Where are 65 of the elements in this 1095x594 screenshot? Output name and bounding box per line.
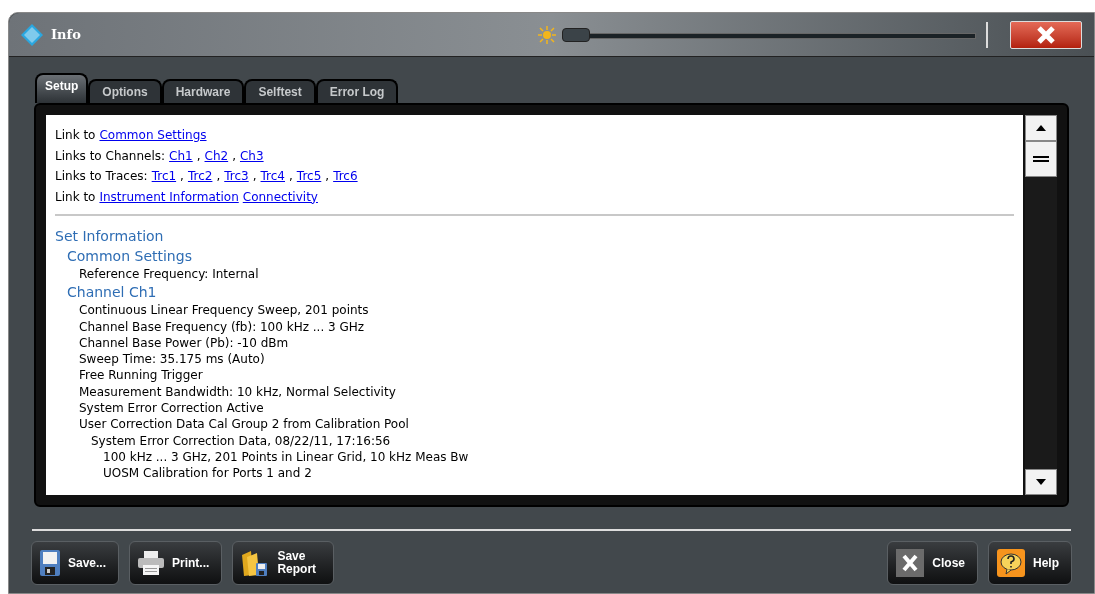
link-separator: , [252,168,257,185]
link-separator: , [325,168,330,185]
link-label: Link to [55,127,96,144]
link[interactable]: Trc1 [151,166,177,187]
sun-icon [538,25,556,44]
scroll-thumb[interactable] [1025,141,1057,177]
printer-icon [138,551,165,575]
link[interactable]: Ch3 [239,145,264,166]
info-line: Continuous Linear Frequency Sweep, 201 points [79,302,369,319]
link[interactable]: Ch1 [169,145,193,166]
link[interactable]: Trc2 [187,166,213,187]
slider-thumb[interactable] [562,27,590,42]
link[interactable]: Common Settings [99,125,207,146]
link[interactable]: Instrument Information [99,186,239,207]
window-title: Info [51,25,81,44]
folder-with-disk-icon [241,549,270,577]
section-heading: Channel Ch1 [67,283,157,303]
section-heading: Set Information [55,227,164,246]
up-arrow-icon [1036,125,1046,131]
info-line: Free Running Trigger [79,367,203,384]
help-button[interactable]: Help [988,541,1072,585]
info-line: User Correction Data Cal Group 2 from Calibration Pool [79,416,409,433]
tab[interactable]: Setup [35,73,89,103]
brightness-slider[interactable] [562,27,976,42]
tab[interactable]: Error Log [315,79,399,103]
save-button[interactable]: Save... [31,541,120,585]
info-line: Sweep Time: 35.175 ms (Auto) [79,351,265,368]
logo-icon [21,23,43,46]
print-button[interactable]: Print... [129,541,223,585]
link-label: Link to [55,188,96,206]
help-icon [997,549,1025,577]
link-separator: , [232,147,236,165]
link[interactable]: Ch2 [204,145,229,166]
link-separator: , [216,168,221,185]
link[interactable]: Trc4 [260,166,285,187]
scroll-down-button[interactable] [1025,469,1057,495]
close-icon [896,549,925,577]
scrollbar[interactable] [1025,115,1057,495]
info-line: Measurement Bandwidth: 10 kHz, Normal Selectivity [79,383,396,401]
close-button[interactable]: Close [887,541,978,585]
info-line: Channel Base Power (Pb): -10 dBm [79,334,289,352]
tab[interactable]: Options [88,79,162,103]
info-line: 100 kHz ... 3 GHz, 201 Points in Linear Grid, 10 kHz Meas Bw [103,448,469,466]
info-line: UOSM Calibration for Ports 1 and 2 [103,465,312,482]
info-line: Reference Frequency: Internal [79,266,259,283]
scroll-up-button[interactable] [1025,115,1057,141]
info-line: Channel Base Frequency (fb): 100 kHz ... 3 GHz [79,318,365,335]
close-window-button[interactable] [1010,20,1082,49]
link-label: Links to Traces: [55,168,148,185]
info-line: System Error Correction Data, 08/22/11, 17:16:56 [91,432,391,449]
link[interactable]: Trc3 [224,166,249,187]
link-separator: , [180,168,184,185]
info-line: System Error Correction Active [79,400,264,417]
link[interactable]: Connectivity [242,186,318,207]
link-separator: , [289,168,293,185]
link[interactable]: Trc5 [296,166,322,187]
link[interactable]: Trc6 [333,166,358,187]
close-icon [1035,25,1057,44]
down-arrow-icon [1036,479,1046,485]
tab[interactable]: Selftest [244,79,316,103]
link-label: Links to Channels: [55,147,166,165]
save-report-button[interactable]: Save Report [232,541,335,585]
tab[interactable]: Hardware [161,79,245,103]
link-separator: , [196,147,201,165]
section-heading: Common Settings [67,247,192,266]
